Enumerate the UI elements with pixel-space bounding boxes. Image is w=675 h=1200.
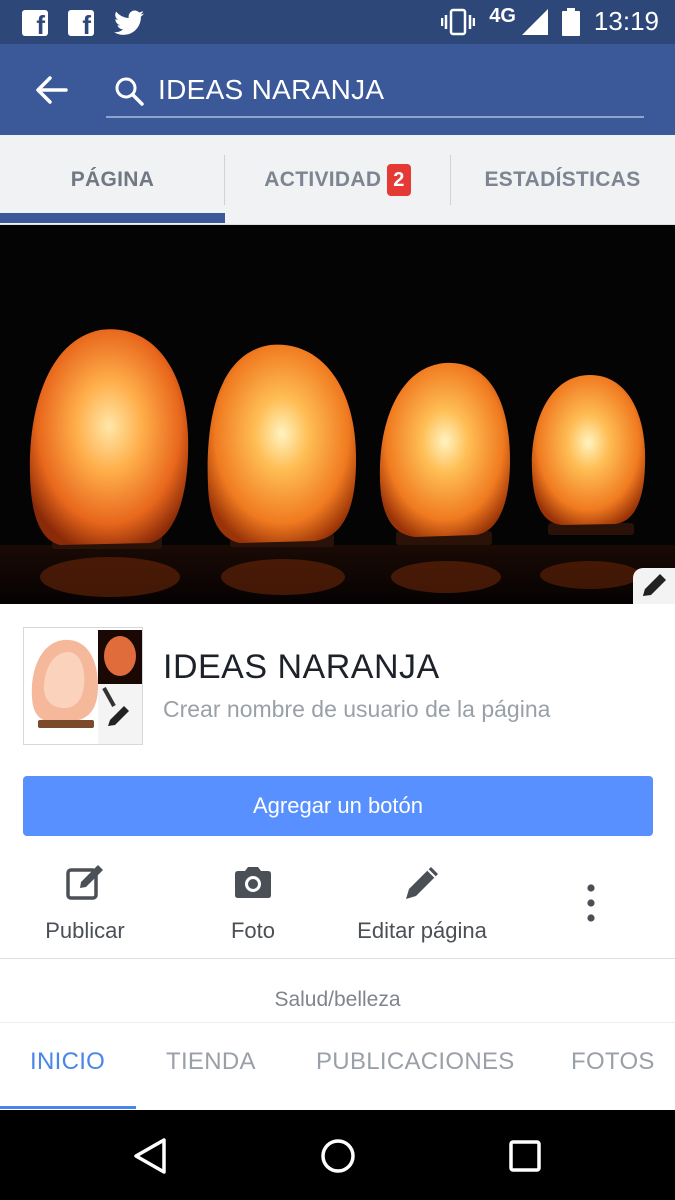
signal-icon [521, 8, 548, 35]
page-name: IDEAS NARANJA [163, 648, 440, 686]
search-input[interactable]: IDEAS NARANJA [106, 66, 644, 118]
cover-photo[interactable] [0, 225, 675, 604]
action-label: Publicar [45, 918, 125, 943]
clock: 13:19 [593, 6, 659, 36]
add-button-cta[interactable]: Agregar un botón [23, 776, 653, 836]
network-type: 4G [489, 5, 516, 27]
active-tab-indicator [0, 213, 225, 223]
tab-pagina[interactable]: PÁGINA [0, 135, 225, 225]
divider [0, 1022, 675, 1023]
facebook-icon: f [68, 10, 94, 38]
page-tabs: PÁGINA ACTIVIDAD 2 ESTADÍSTICAS [0, 135, 675, 225]
divider [0, 958, 675, 959]
tab-publicaciones[interactable]: PUBLICACIONES [316, 1048, 515, 1076]
compose-icon [66, 865, 103, 900]
tab-label: ACTIVIDAD [264, 168, 382, 191]
page-category: Salud/belleza [274, 988, 401, 1011]
vibrate-icon [441, 8, 476, 35]
tab-estadisticas[interactable]: ESTADÍSTICAS [450, 135, 675, 225]
app-header: IDEAS NARANJA [0, 44, 675, 135]
action-label: Foto [230, 918, 276, 943]
tab-label: PÁGINA [70, 168, 155, 191]
profile-picture[interactable] [23, 627, 143, 745]
home-circle-icon[interactable] [316, 1134, 360, 1178]
battery-icon [561, 7, 580, 36]
edit-cover-button[interactable] [633, 568, 675, 604]
salt-lamps-image [0, 225, 675, 604]
profile-picture-image [24, 628, 142, 744]
pencil-icon [643, 574, 666, 596]
search-icon [115, 77, 144, 106]
tab-actividad[interactable]: ACTIVIDAD 2 [225, 135, 450, 225]
pencil-icon [406, 867, 438, 899]
tab-label: ESTADÍSTICAS [484, 168, 641, 191]
publish-action[interactable]: Publicar [44, 862, 126, 944]
facebook-icon: f [22, 10, 48, 38]
back-triangle-icon[interactable] [128, 1134, 172, 1178]
edit-page-action[interactable]: Editar página [354, 862, 490, 944]
twitter-icon [114, 10, 144, 35]
photo-action[interactable]: Foto [213, 862, 293, 944]
tab-fotos[interactable]: FOTOS [571, 1048, 655, 1076]
system-navigation-bar [0, 1110, 675, 1200]
tab-tienda[interactable]: TIENDA [166, 1048, 256, 1076]
create-username-link[interactable]: Crear nombre de usuario de la página [163, 696, 550, 723]
search-text: IDEAS NARANJA [158, 74, 385, 105]
action-label: Editar página [357, 918, 487, 943]
recents-square-icon[interactable] [503, 1134, 547, 1178]
notification-badge: 2 [387, 164, 411, 196]
tab-inicio[interactable]: INICIO [30, 1048, 105, 1076]
active-content-tab-indicator [0, 1106, 136, 1109]
camera-icon [235, 867, 271, 898]
more-options-icon[interactable] [578, 880, 604, 926]
status-bar: f f 4G 13:19 [0, 0, 675, 44]
arrow-left-icon[interactable] [34, 72, 70, 108]
